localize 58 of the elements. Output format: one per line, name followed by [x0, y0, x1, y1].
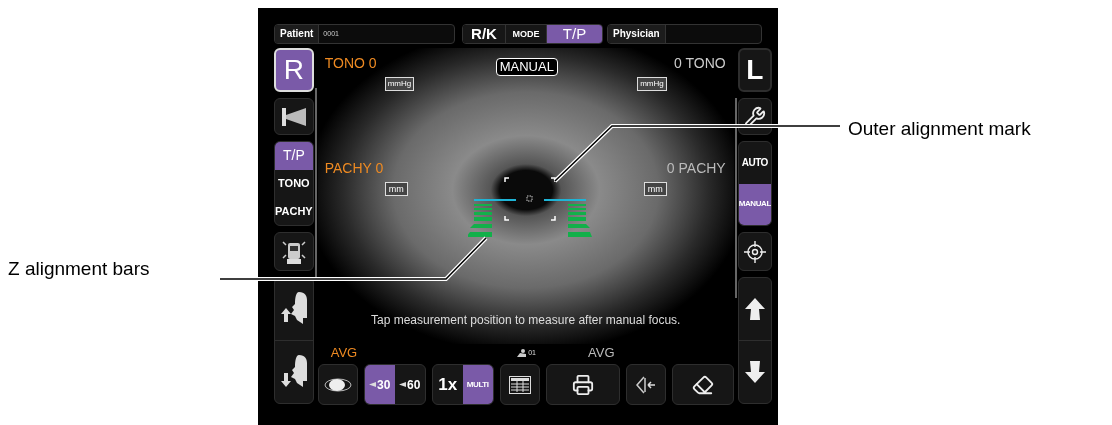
- pachy-reading: PACHY 0: [324, 159, 384, 178]
- unit-label: mm: [643, 182, 667, 196]
- avg-label: AVG: [330, 344, 358, 363]
- mode-tab[interactable]: T/P: [547, 25, 602, 43]
- eye-alignment-icon: [635, 375, 656, 394]
- eye-icon: [323, 376, 352, 393]
- measure-mode-tab[interactable]: T/P: [275, 142, 313, 170]
- center-target-icon: [526, 195, 533, 202]
- physician-label: Physician: [608, 25, 666, 43]
- instruction-text: Tap measurement position to measure after manual focus.: [369, 312, 682, 329]
- physician-field[interactable]: Physician: [607, 24, 762, 44]
- angle-option[interactable]: 60: [394, 365, 425, 404]
- avg-label: AVG: [588, 344, 615, 363]
- callout-label: Outer alignment mark: [848, 118, 1031, 139]
- outer-alignment-mark: [503, 177, 556, 221]
- focus-mode-tab[interactable]: MANUAL: [738, 183, 771, 225]
- target-icon: [743, 240, 766, 263]
- eraser-icon: [691, 373, 714, 396]
- device-button[interactable]: [274, 232, 314, 271]
- tono-reading: 0 TONO: [674, 54, 726, 73]
- eye-view-button[interactable]: [317, 364, 358, 405]
- right-eye-button[interactable]: R: [274, 48, 314, 92]
- pachy-reading: 0 PACHY: [666, 159, 726, 178]
- mode-label: MODE: [505, 25, 547, 43]
- device-icon: [280, 238, 307, 265]
- unit-label: mmHg: [637, 77, 667, 91]
- status-badge: MANUAL: [495, 58, 558, 76]
- table-icon: [508, 375, 531, 394]
- chin-up-icon: [280, 292, 307, 326]
- arrow-up-icon: [744, 298, 765, 320]
- patient-label: Patient: [275, 25, 320, 43]
- target-button[interactable]: [737, 232, 772, 271]
- print-button[interactable]: [545, 364, 620, 405]
- mode-tab[interactable]: R/K: [463, 25, 505, 43]
- printer-icon: [571, 373, 594, 396]
- measure-mode-tab[interactable]: TONO: [275, 169, 313, 198]
- emitter-icon: [281, 107, 306, 126]
- arrow-down-icon: [744, 361, 765, 383]
- measure-mode-tab[interactable]: PACHY: [275, 197, 313, 225]
- emitter-button[interactable]: [274, 98, 314, 135]
- unit-label: mm: [384, 182, 408, 196]
- focus-mode-tab[interactable]: AUTO: [738, 142, 771, 184]
- repeat-option[interactable]: 1x: [432, 365, 463, 404]
- unit-label: mmHg: [384, 77, 415, 91]
- callout-label: Z alignment bars: [8, 258, 150, 279]
- z-alignment-bar-stack: [467, 204, 492, 237]
- tono-reading: TONO 0: [324, 54, 377, 73]
- wedge-icon: [399, 382, 406, 387]
- table-button[interactable]: [499, 364, 540, 405]
- z-alignment-bar-stack: [567, 204, 592, 237]
- eye-alignment-button[interactable]: [625, 364, 666, 405]
- eraser-button[interactable]: [671, 364, 734, 405]
- angle-option[interactable]: 30: [364, 365, 395, 404]
- chin-down-icon: [280, 355, 307, 389]
- left-eye-button[interactable]: L: [737, 48, 772, 92]
- repeat-option[interactable]: MULTI: [462, 365, 493, 404]
- wedge-icon: [369, 382, 376, 387]
- patient-icon: [517, 349, 527, 357]
